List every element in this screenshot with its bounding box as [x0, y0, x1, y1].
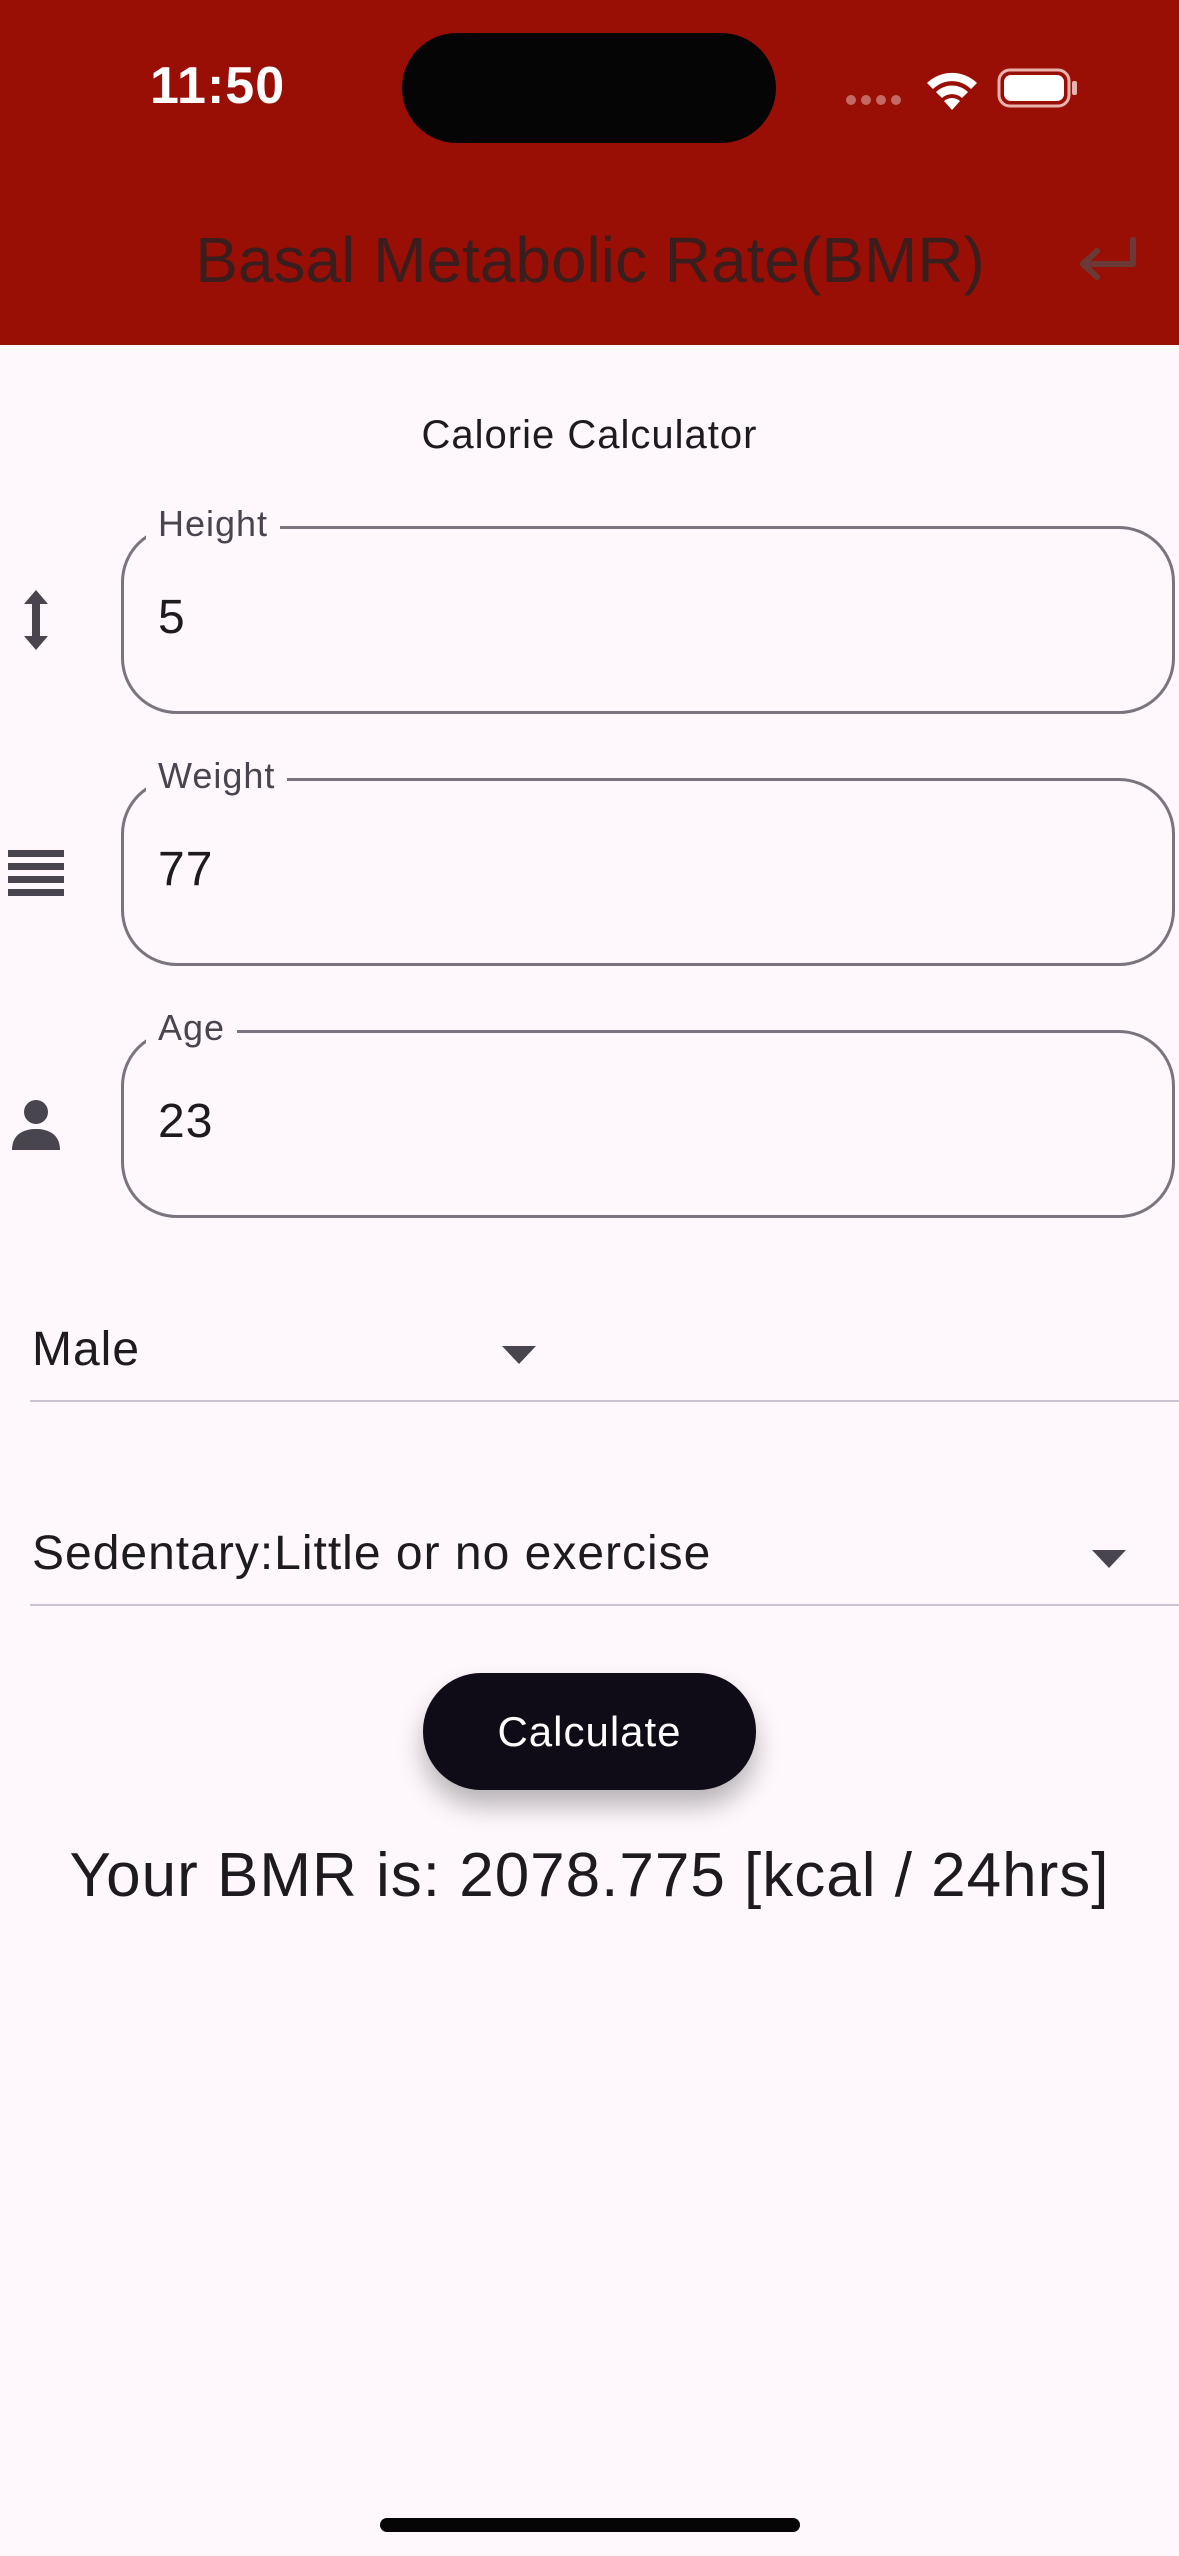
- vertical-arrows-icon: [24, 590, 48, 650]
- age-label: Age: [146, 1005, 238, 1051]
- person-icon: [12, 1100, 60, 1150]
- wifi-icon: [927, 72, 977, 110]
- chevron-down-icon: [1092, 1550, 1126, 1568]
- activity-selected: Sedentary:Little or no exercise: [32, 1527, 712, 1580]
- age-input[interactable]: [121, 1030, 1175, 1218]
- page-title: Basal Metabolic Rate(BMR): [195, 224, 985, 296]
- gender-selected: Male: [32, 1323, 141, 1376]
- weight-field-row: Weight 77: [0, 753, 1179, 973]
- return-arrow-icon[interactable]: [1075, 234, 1139, 286]
- battery-icon: [997, 68, 1077, 108]
- calculate-button[interactable]: Calculate: [423, 1673, 756, 1790]
- home-indicator[interactable]: [380, 2518, 800, 2532]
- calculate-label: Calculate: [497, 1708, 682, 1755]
- app-bar: 11:50 Basal Metabolic Rate(BMR): [0, 0, 1179, 345]
- cellular-signal-icon: [846, 95, 901, 105]
- bmr-result: Your BMR is: 2078.775 [kcal / 24hrs]: [69, 1841, 1110, 1910]
- dynamic-island: [402, 33, 776, 143]
- height-value: 5: [158, 591, 186, 644]
- status-time: 11:50: [150, 57, 286, 115]
- screen: 11:50 Basal Metabolic Rate(BMR) Calorie …: [0, 0, 1179, 2556]
- gender-dropdown[interactable]: Male: [30, 1302, 1179, 1402]
- weight-input[interactable]: [121, 778, 1175, 966]
- height-input[interactable]: [121, 526, 1175, 714]
- age-value: 23: [158, 1095, 214, 1148]
- calculator-subtitle: Calorie Calculator: [421, 413, 758, 457]
- chevron-down-icon: [502, 1346, 536, 1364]
- weight-label: Weight: [146, 753, 288, 799]
- height-label: Height: [146, 501, 281, 547]
- lines-icon: [8, 850, 64, 896]
- activity-dropdown[interactable]: Sedentary:Little or no exercise: [30, 1506, 1179, 1606]
- weight-value: 77: [158, 843, 214, 896]
- age-field-row: Age 23: [0, 1005, 1179, 1225]
- height-field-row: Height 5: [0, 501, 1179, 721]
